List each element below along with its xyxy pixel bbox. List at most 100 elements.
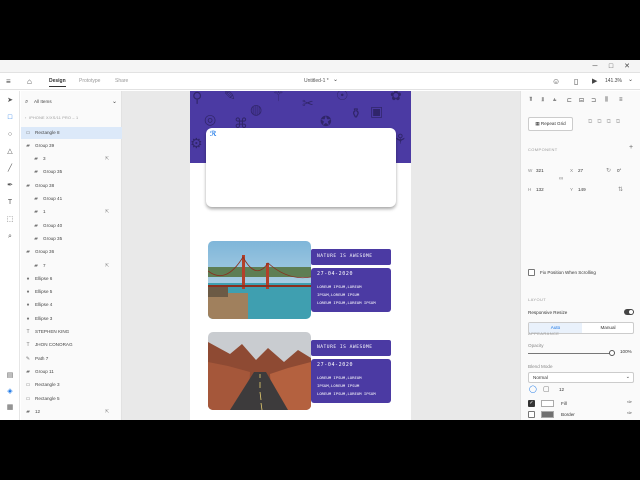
tab-prototype[interactable]: Prototype <box>79 78 100 84</box>
select-icon[interactable]: ➤ <box>5 96 15 106</box>
layer-item[interactable]: ▰ Group 40 <box>21 220 122 232</box>
repeat-grid-button[interactable]: ▦ Repeat Grid <box>528 117 573 131</box>
external-link-icon[interactable]: ⇱ <box>105 153 109 165</box>
doodle-icon: ✎ <box>224 91 236 103</box>
layer-item[interactable]: ▰ Group 11 <box>21 366 122 378</box>
layer-item[interactable]: ▰ Group 38 <box>21 180 122 192</box>
align-bottom-icon[interactable]: ⫨ <box>553 97 556 104</box>
align-top-icon[interactable]: ⫪ <box>529 97 532 104</box>
hamburger-menu-icon[interactable]: ≡ <box>6 76 11 87</box>
layer-name: Group 36 <box>35 249 55 254</box>
layer-item[interactable]: ▭ Rectangle 5 <box>21 393 122 405</box>
fill-color-swatch[interactable] <box>541 400 554 407</box>
layer-item[interactable]: ✎ Path 7 <box>21 353 122 365</box>
home-icon[interactable]: ⌂ <box>27 76 32 87</box>
close-button[interactable]: ✕ <box>621 62 633 71</box>
flip-icon[interactable]: ⇅ <box>618 186 623 193</box>
device-preview-icon[interactable]: ▯ <box>574 76 578 87</box>
distribute-vertical-icon[interactable]: ≡ <box>619 97 623 103</box>
radius-per-corner-icon[interactable]: ▢ <box>543 385 550 393</box>
triangle-icon[interactable]: △ <box>5 147 15 157</box>
zoom-icon[interactable]: ⌕ <box>5 232 15 242</box>
layer-item[interactable]: ▭ Rectangle 3 <box>21 379 122 391</box>
layer-item[interactable]: ▰ Group 35 <box>21 233 122 245</box>
ball-doodle-icon: ◍ <box>250 101 263 117</box>
canyon-road-photo[interactable] <box>208 332 311 410</box>
eyedropper-icon[interactable]: ✑ <box>627 399 632 406</box>
layer-item[interactable]: ▰ 7 ⇱ <box>21 260 122 272</box>
opacity-slider-thumb[interactable] <box>609 350 615 356</box>
layer-item[interactable]: ▰ 12 ⇱ <box>21 406 122 418</box>
card-tagline[interactable]: NATURE IS AWESOME <box>311 340 391 356</box>
assets-icon[interactable]: ▤ <box>5 371 15 381</box>
chevron-down-icon[interactable]: ⌄ <box>333 75 338 86</box>
add-component-icon[interactable]: + <box>629 144 633 151</box>
card-info-box[interactable]: 27-04-2020 LOREUM IPSUM,LOREUM IPSUM,LOR… <box>311 268 391 312</box>
maximize-button[interactable]: □ <box>605 62 617 71</box>
layer-item[interactable]: ● Ellipse 5 <box>21 286 122 298</box>
fix-position-checkbox[interactable] <box>528 269 535 276</box>
responsive-resize-toggle[interactable] <box>624 309 634 315</box>
rectangle-icon[interactable]: □ <box>5 113 15 123</box>
align-right-icon[interactable]: ⊐ <box>591 97 596 104</box>
minimize-button[interactable]: ─ <box>589 62 601 71</box>
corner-radius-field[interactable]: 12 <box>559 387 564 392</box>
bridge-image <box>208 241 311 319</box>
layer-item[interactable]: ● Ellipse 4 <box>21 299 122 311</box>
width-field[interactable]: 321 <box>536 168 544 173</box>
line-icon[interactable]: ╱ <box>5 164 15 174</box>
ellipse-icon[interactable]: ○ <box>5 130 15 140</box>
bridge-photo[interactable] <box>208 241 311 319</box>
external-link-icon[interactable]: ⇱ <box>105 406 109 418</box>
height-field[interactable]: 132 <box>536 187 544 192</box>
layer-item[interactable]: T STEPHEN KING <box>21 326 122 338</box>
document-title[interactable]: Untitled-1 * <box>304 78 329 84</box>
layers-icon[interactable]: ◈ <box>5 387 15 397</box>
layer-item[interactable]: T JHON CONORAG <box>21 339 122 351</box>
lock-aspect-icon[interactable]: ∞ <box>559 176 563 182</box>
path-icon: ✎ <box>25 356 31 362</box>
card-info-box[interactable]: 27-04-2020 LOREUM IPSUM,LOREUM IPSUM,LOR… <box>311 359 391 403</box>
pen-icon[interactable]: ✒ <box>5 181 15 191</box>
layers-filter[interactable]: ⌕ All Items ⌄ <box>25 97 119 107</box>
layer-item[interactable]: ▰ Group 41 <box>21 193 122 205</box>
external-link-icon[interactable]: ⇱ <box>105 206 109 218</box>
layer-item[interactable]: ● Ellipse 3 <box>21 313 122 325</box>
x-field[interactable]: 27 <box>578 168 583 173</box>
opacity-slider-track[interactable] <box>528 353 612 354</box>
opacity-value[interactable]: 100% <box>620 349 632 354</box>
layer-item[interactable]: ▰ Group 36 <box>21 246 122 258</box>
layer-item[interactable]: ▰ 3 ⇱ <box>21 153 122 165</box>
rotation-field[interactable]: 0° <box>617 168 621 173</box>
layer-item[interactable]: ▰ 1 ⇱ <box>21 206 122 218</box>
play-icon[interactable]: ▶ <box>592 76 597 87</box>
y-field[interactable]: 149 <box>578 187 586 192</box>
layer-item[interactable]: ▰ Group 39 <box>21 140 122 152</box>
layer-item[interactable]: ▰ Group 35 <box>21 166 122 178</box>
tab-share[interactable]: Share <box>115 78 128 84</box>
artboard-icon[interactable]: ⬚ <box>5 215 15 225</box>
user-icon[interactable]: ☺ <box>552 76 560 87</box>
plugins-icon[interactable]: ▦ <box>5 403 15 413</box>
align-left-icon[interactable]: ⊏ <box>567 97 572 104</box>
external-link-icon[interactable]: ⇱ <box>105 260 109 272</box>
layer-name: Ellipse 5 <box>35 289 53 294</box>
blend-mode-select[interactable]: Normal ⌄ <box>528 372 634 383</box>
layer-item[interactable]: ▭ Rectangle 8 <box>21 127 122 139</box>
white-card-rectangle[interactable]: ℛ <box>206 128 396 207</box>
distribute-horizontal-icon[interactable]: ⫼ <box>605 97 608 104</box>
zoom-chevron-icon[interactable]: ⌄ <box>628 75 633 86</box>
fill-checkbox[interactable]: ✓ <box>528 400 535 407</box>
card-tagline[interactable]: NATURE IS AWESOME <box>311 249 391 265</box>
zoom-level[interactable]: 141.3% <box>605 78 622 84</box>
tab-design[interactable]: Design <box>49 78 66 87</box>
align-center-icon[interactable]: ⊟ <box>579 97 584 104</box>
text-icon[interactable]: T <box>5 198 15 208</box>
artboard[interactable]: ⚲ ✎ ◍ ⚚ ✂ ☉ ▣ ✿ ◎ ⌘ ✪ ⚱ ⚙ ⚘ ℛ NATURE IS … <box>190 91 411 420</box>
manual-option[interactable]: Manual <box>582 323 634 333</box>
layer-item[interactable]: ● Ellipse 6 <box>21 273 122 285</box>
design-canvas[interactable]: ⚲ ✎ ◍ ⚚ ✂ ☉ ▣ ✿ ◎ ⌘ ✪ ⚱ ⚙ ⚘ ℛ NATURE IS … <box>122 91 520 420</box>
align-middle-icon[interactable]: ⫫ <box>541 97 544 104</box>
artboard-breadcrumb[interactable]: ‹ IPHONE X/XS/11 PRO – 1 <box>25 116 78 120</box>
radius-single-icon[interactable]: ◯ <box>529 385 537 393</box>
